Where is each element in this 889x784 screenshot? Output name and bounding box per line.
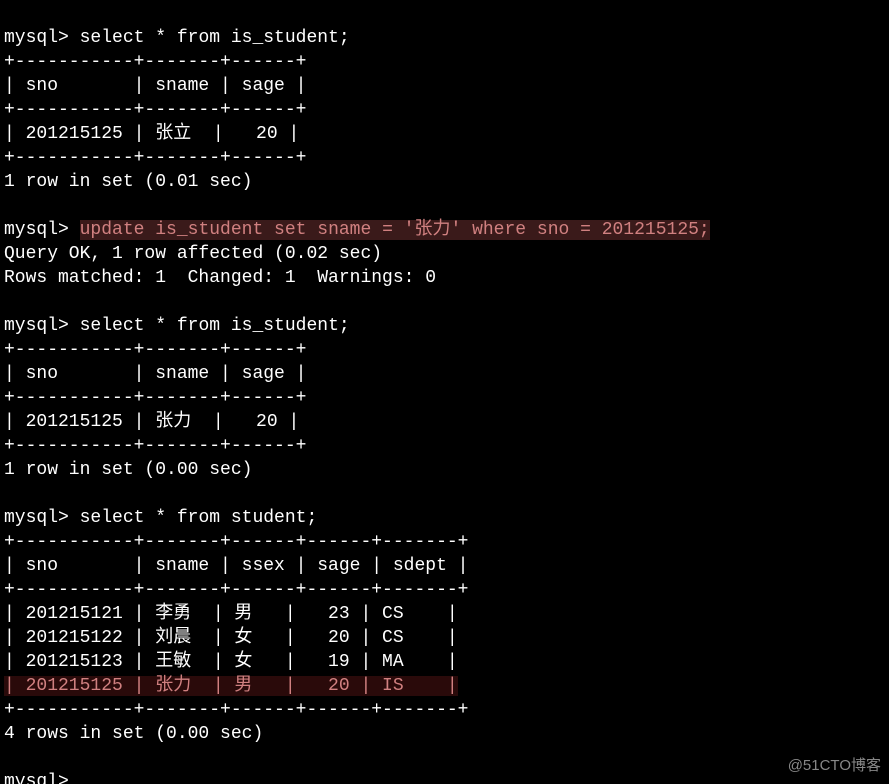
prompt: mysql> [4,508,80,528]
table-header: | sno | sname | sage | [4,364,306,384]
table-border: +-----------+-------+------+------+-----… [4,532,468,552]
table-border: +-----------+-------+------+ [4,388,306,408]
table-row: | 201215123 | 王敏 | 女 | 19 | MA | [4,652,458,672]
terminal-output: mysql> select * from is_student; +------… [0,0,889,784]
sql-command: select * from is_student; [80,28,350,48]
result-line: 1 row in set (0.01 sec) [4,172,252,192]
table-header: | sno | sname | ssex | sage | sdept | [4,556,468,576]
watermark: @51CTO博客 [788,754,881,778]
sql-command: select * from student; [80,508,318,528]
prompt[interactable]: mysql> [4,772,69,784]
prompt: mysql> [4,220,80,240]
table-border: +-----------+-------+------+ [4,340,306,360]
table-border: +-----------+-------+------+ [4,52,306,72]
result-line: Query OK, 1 row affected (0.02 sec) [4,244,382,264]
table-border: +-----------+-------+------+------+-----… [4,580,468,600]
table-header: | sno | sname | sage | [4,76,306,96]
prompt: mysql> [4,316,80,336]
table-border: +-----------+-------+------+------+-----… [4,700,468,720]
sql-command-highlight: update is_student set sname = '张力' where… [80,220,710,240]
table-row: | 201215125 | 张力 | 20 | [4,412,299,432]
table-row-highlight: | 201215125 | 张力 | 男 | 20 | IS | [4,676,458,696]
table-row: | 201215122 | 刘晨 | 女 | 20 | CS | [4,628,458,648]
table-row: | 201215121 | 李勇 | 男 | 23 | CS | [4,604,458,624]
prompt: mysql> [4,28,80,48]
sql-command: select * from is_student; [80,316,350,336]
result-line: 4 rows in set (0.00 sec) [4,724,263,744]
table-border: +-----------+-------+------+ [4,436,306,456]
result-line: 1 row in set (0.00 sec) [4,460,252,480]
table-border: +-----------+-------+------+ [4,100,306,120]
result-line: Rows matched: 1 Changed: 1 Warnings: 0 [4,268,436,288]
table-border: +-----------+-------+------+ [4,148,306,168]
table-row: | 201215125 | 张立 | 20 | [4,124,299,144]
